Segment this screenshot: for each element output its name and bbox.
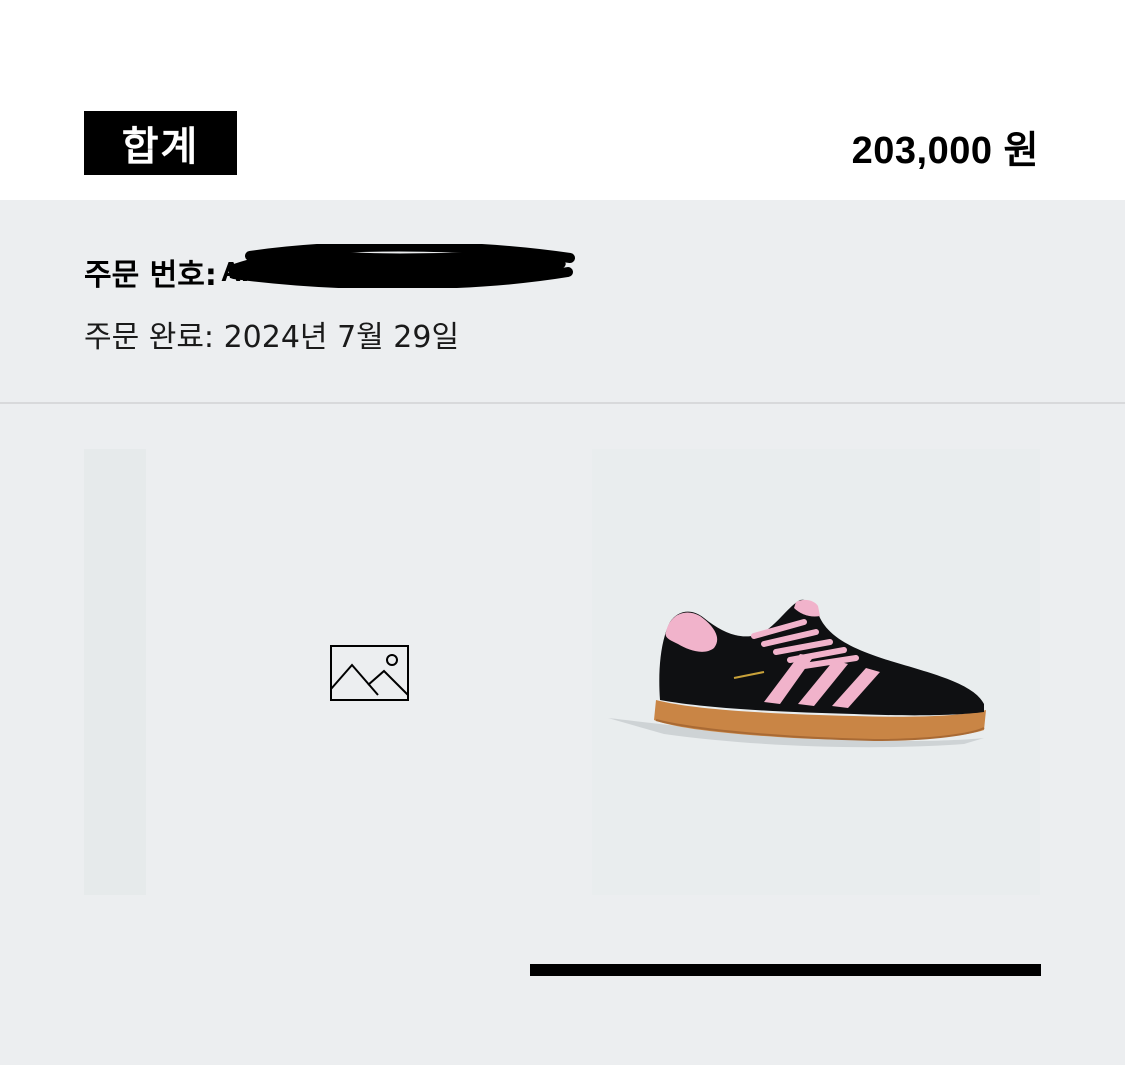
section-divider [0, 402, 1125, 404]
order-number-label: 주문 번호: [84, 258, 217, 293]
sneaker-image [608, 599, 986, 748]
carousel-progress-bar [530, 964, 1041, 976]
order-completion-date: 주문 완료: 2024년 7월 29일 [84, 320, 460, 355]
tile-edge-strip [84, 449, 146, 895]
total-label: 합계 [84, 111, 237, 175]
image-placeholder-icon [330, 645, 409, 701]
total-amount: 203,000 원 [851, 129, 1039, 172]
redaction-scribble [228, 244, 575, 288]
product-image-placeholder-tile[interactable] [84, 449, 533, 895]
